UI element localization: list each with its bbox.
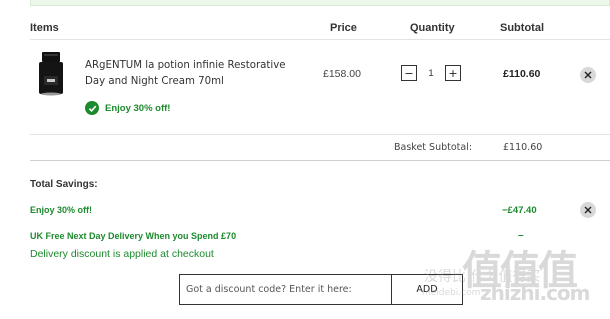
delivery-promo-amount: –	[518, 230, 524, 241]
delivery-promo-label: UK Free Next Day Delivery When you Spend…	[30, 231, 237, 241]
item-price: £158.00	[323, 68, 361, 80]
product-image[interactable]	[36, 52, 66, 96]
discount-code-input[interactable]	[179, 274, 391, 305]
divider	[30, 160, 610, 161]
quantity-value[interactable]: 1	[417, 68, 445, 79]
close-icon	[584, 206, 592, 214]
remove-item-button[interactable]	[580, 67, 596, 83]
header-items: Items	[30, 22, 59, 34]
decrease-quantity-button[interactable]: −	[401, 65, 417, 81]
promo-label: Enjoy 30% off!	[105, 102, 171, 114]
header-price: Price	[330, 22, 357, 34]
saving-promo-amount: −£47.40	[502, 205, 537, 216]
watermark-url: zhizhi.com	[480, 281, 591, 305]
basket-subtotal-value: £110.60	[503, 142, 543, 153]
promo-badge: Enjoy 30% off!	[85, 101, 170, 115]
saving-promo-label: Enjoy 30% off!	[30, 205, 93, 215]
product-name[interactable]: ARgENTUM la potion infinie Restorative D…	[85, 58, 295, 89]
add-discount-button[interactable]: ADD	[391, 274, 463, 305]
increase-quantity-button[interactable]: +	[445, 65, 461, 81]
watermark-chars: 值值值	[462, 248, 578, 294]
close-icon	[584, 71, 592, 79]
divider	[30, 39, 610, 40]
divider	[30, 134, 610, 135]
quantity-stepper: − 1 +	[401, 65, 461, 81]
header-subtotal: Subtotal	[500, 22, 544, 34]
check-circle-icon	[85, 101, 99, 115]
item-subtotal: £110.60	[503, 68, 541, 80]
header-quantity: Quantity	[410, 22, 455, 34]
notification-banner	[30, 0, 610, 6]
remove-promo-button[interactable]	[580, 202, 596, 218]
delivery-note: Delivery discount is applied at checkout	[30, 248, 214, 260]
basket-subtotal-label: Basket Subtotal:	[394, 142, 473, 153]
savings-title: Total Savings:	[30, 179, 98, 190]
